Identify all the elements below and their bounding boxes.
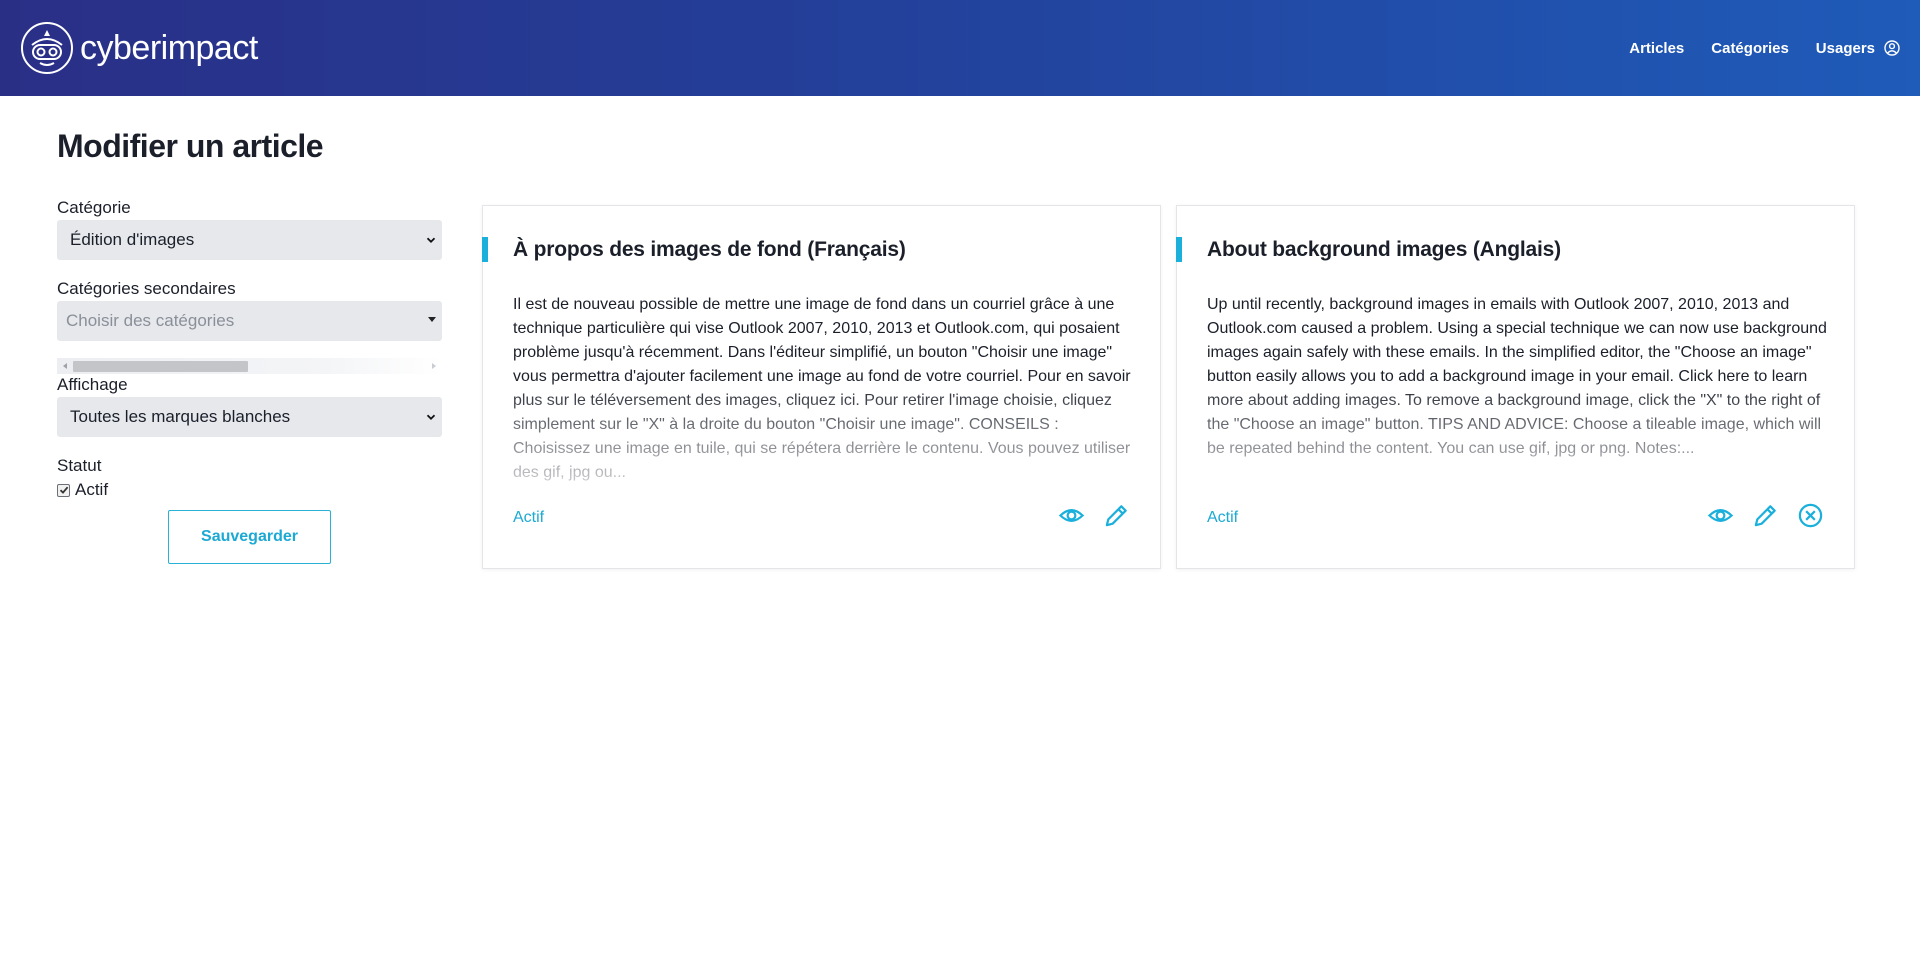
card-status: Actif [1207, 509, 1239, 526]
scrollbar-thumb[interactable] [73, 361, 248, 372]
card-title: About background images (Anglais) [1207, 238, 1561, 261]
pencil-icon[interactable] [1752, 502, 1779, 529]
nav-link-categories[interactable]: Catégories [1711, 40, 1789, 57]
status-label: Statut [57, 456, 102, 475]
card-actions [1058, 502, 1130, 529]
article-settings-form: Catégorie Édition d'images Catégories se… [57, 198, 442, 564]
chevron-down-icon [426, 237, 436, 243]
eye-icon[interactable] [1707, 502, 1734, 529]
status-active-checkbox[interactable] [57, 483, 70, 497]
card-status: Actif [513, 509, 545, 526]
card-title: À propos des images de fond (Français) [513, 238, 906, 261]
card-body: Il est de nouveau possible de mettre une… [513, 296, 1131, 481]
card-body: Up until recently, background images in … [1207, 296, 1827, 457]
main-nav: Articles Catégories Usagers [1629, 40, 1900, 57]
user-circle-icon[interactable] [1884, 40, 1900, 56]
secondary-categories-placeholder: Choisir des catégories [66, 311, 235, 330]
checkmark-icon [59, 486, 68, 494]
status-active-label: Actif [75, 480, 109, 499]
display-label: Affichage [57, 375, 128, 394]
brand[interactable]: cyberimpact [20, 21, 258, 75]
save-button[interactable]: Sauvegarder [168, 510, 331, 564]
article-card-english: About background images (Anglais) Up unt… [1176, 205, 1855, 569]
caret-down-icon [428, 316, 436, 322]
cyberimpact-logo-icon [21, 22, 73, 74]
secondary-categories-label: Catégories secondaires [57, 279, 236, 298]
category-select-value: Édition d'images [70, 230, 195, 249]
category-label: Catégorie [57, 198, 131, 217]
nav-link-users[interactable]: Usagers [1816, 40, 1875, 57]
card-accent-bar [1176, 237, 1182, 262]
pencil-icon[interactable] [1103, 502, 1130, 529]
category-select[interactable]: Édition d'images [57, 220, 442, 260]
chevron-down-icon [426, 414, 436, 420]
article-card-french: À propos des images de fond (Français) I… [482, 205, 1161, 569]
card-accent-bar [482, 237, 488, 262]
scroll-right-arrow-icon[interactable] [432, 363, 436, 369]
nav-link-articles[interactable]: Articles [1629, 40, 1684, 57]
page-title: Modifier un article [57, 128, 324, 164]
scroll-left-arrow-icon[interactable] [63, 363, 67, 369]
card-actions [1707, 502, 1824, 529]
brand-name: cyberimpact [80, 28, 258, 67]
eye-icon[interactable] [1058, 502, 1085, 529]
secondary-categories-select[interactable]: Choisir des catégories [57, 301, 442, 341]
display-select-value: Toutes les marques blanches [70, 407, 291, 426]
status-active-row: Actif [57, 480, 442, 500]
close-circle-icon[interactable] [1797, 502, 1824, 529]
top-navigation-bar: cyberimpact Articles Catégories Usagers [0, 0, 1920, 96]
display-select[interactable]: Toutes les marques blanches [57, 397, 442, 437]
horizontal-scrollbar[interactable] [57, 358, 442, 374]
